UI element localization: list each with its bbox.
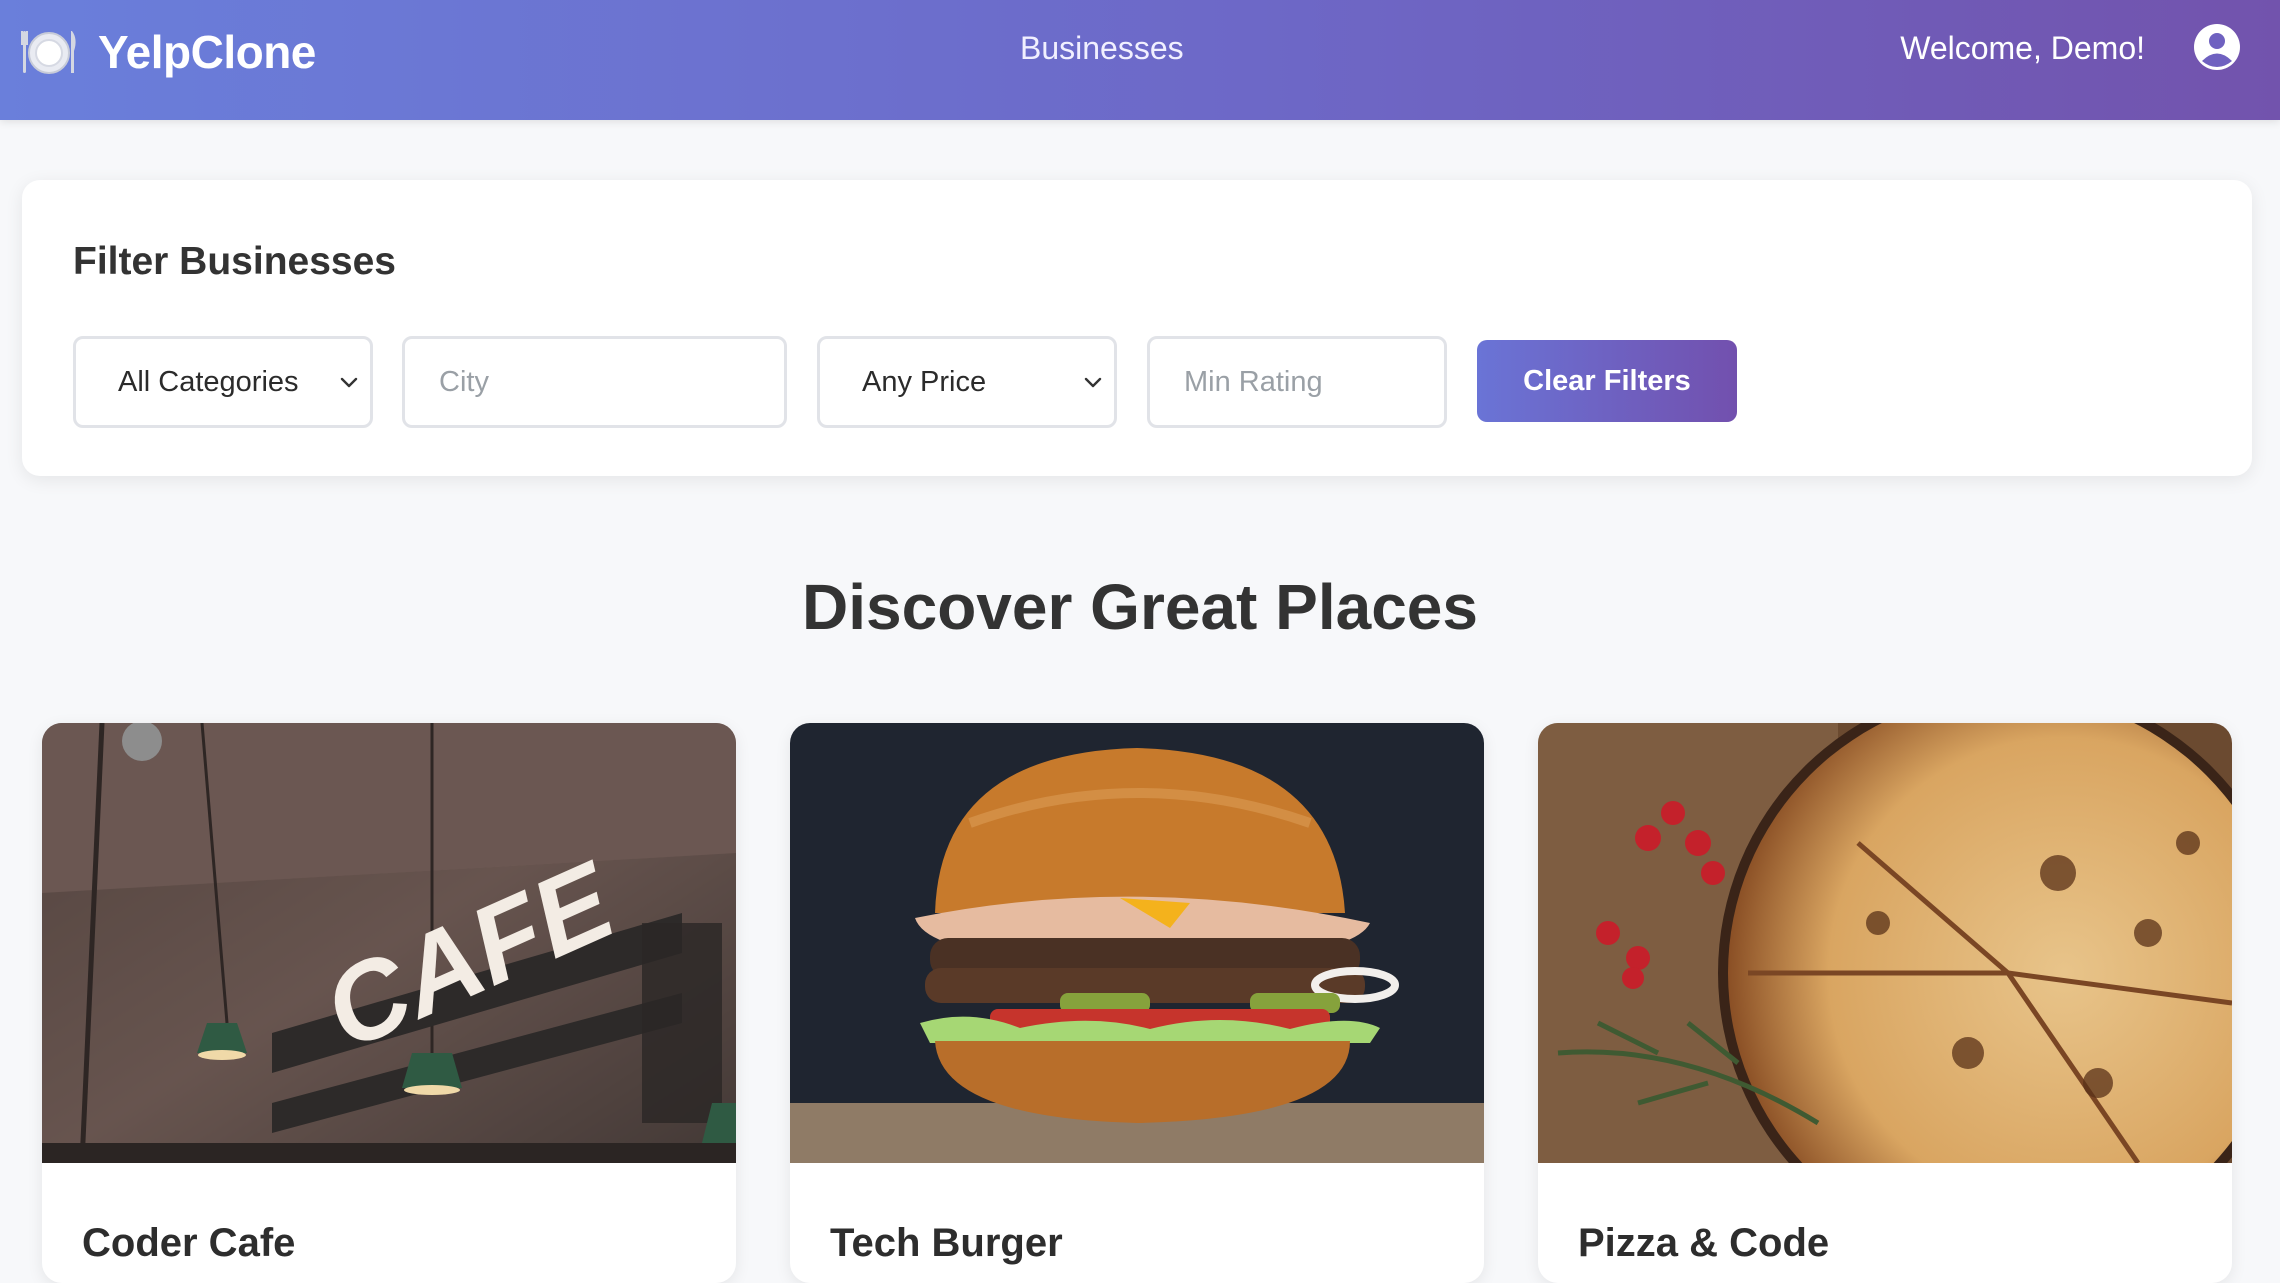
min-rating-placeholder: Min Rating: [1184, 365, 1323, 398]
price-select[interactable]: Any Price: [817, 336, 1117, 428]
category-select-value: All Categories: [118, 365, 299, 398]
nav-link-businesses[interactable]: Businesses: [1020, 30, 1184, 67]
section-heading: Discover Great Places: [802, 571, 1478, 643]
chevron-down-icon: [1080, 369, 1106, 395]
business-name[interactable]: Coder Cafe: [82, 1221, 295, 1266]
filter-panel: Filter Businesses All Categories City An…: [22, 180, 2252, 476]
welcome-text: Welcome, Demo!: [1900, 30, 2145, 66]
cafe-interior-photo[interactable]: CAFE: [42, 723, 736, 1163]
top-navbar: YelpClone Businesses Welcome, Demo!: [0, 0, 2280, 120]
price-select-value: Any Price: [862, 365, 987, 398]
city-input-placeholder: City: [439, 365, 489, 398]
plate-cutlery-icon: [20, 23, 78, 81]
business-name[interactable]: Pizza & Code: [1578, 1221, 1829, 1266]
business-card[interactable]: Pizza & Code: [1538, 723, 2232, 1283]
chevron-down-icon: [336, 369, 362, 395]
min-rating-input[interactable]: Min Rating: [1147, 336, 1447, 428]
brand-logo[interactable]: YelpClone: [20, 22, 316, 82]
user-circle-icon[interactable]: [2192, 22, 2242, 72]
filter-title: Filter Businesses: [73, 240, 396, 283]
business-card[interactable]: CAFE Coder Cafe: [42, 723, 736, 1283]
business-name[interactable]: Tech Burger: [830, 1221, 1063, 1266]
business-card[interactable]: Tech Burger: [790, 723, 1484, 1283]
pizza-photo[interactable]: [1538, 723, 2232, 1163]
city-input[interactable]: City: [402, 336, 787, 428]
clear-filters-button[interactable]: Clear Filters: [1477, 340, 1737, 422]
burger-photo[interactable]: [790, 723, 1484, 1163]
brand-name: YelpClone: [98, 26, 316, 78]
category-select[interactable]: All Categories: [73, 336, 373, 428]
